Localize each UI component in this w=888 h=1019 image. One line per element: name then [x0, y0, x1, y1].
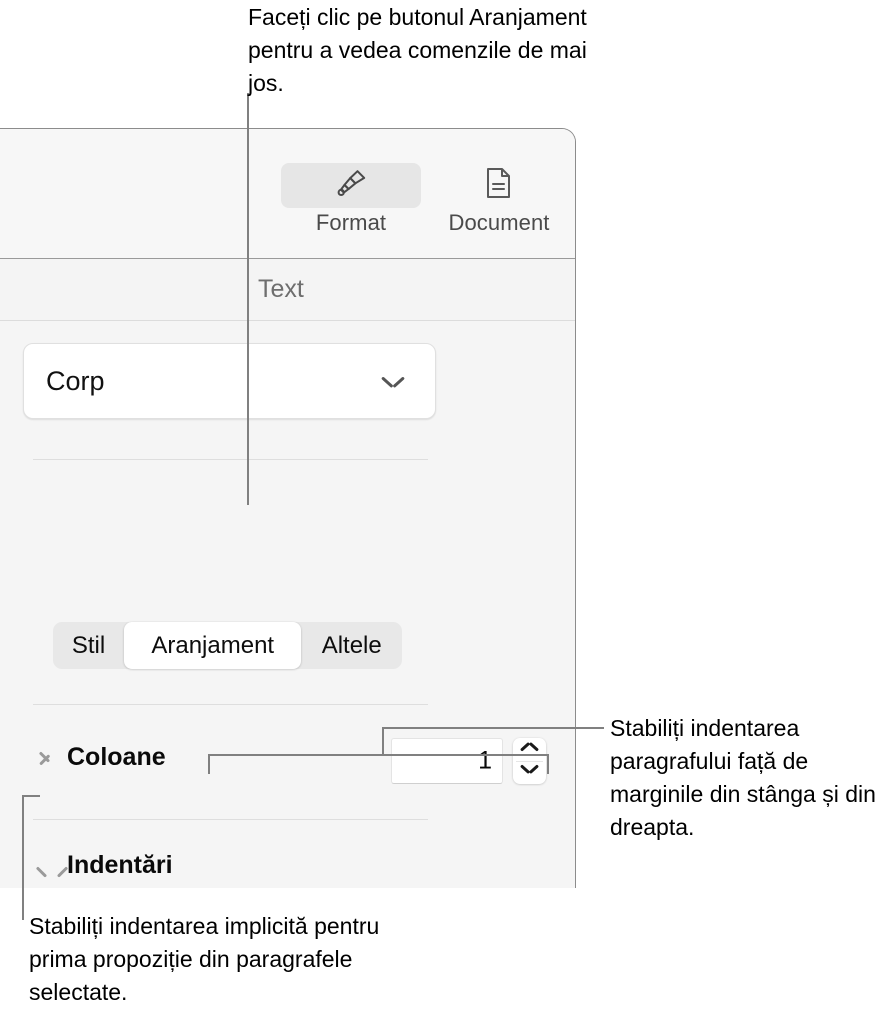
columns-title: Coloane: [67, 743, 166, 771]
format-inspector-panel: rează Format: [0, 128, 576, 888]
callout-text-right: Stabiliți indentarea paragrafului față d…: [610, 715, 876, 840]
divider-above-indents: [33, 819, 428, 820]
document-button-background: [429, 163, 569, 208]
format-button-label: Format: [315, 210, 387, 235]
chevron-down-icon: [382, 376, 404, 388]
disclosure-triangle-indents[interactable]: [36, 859, 68, 878]
segment-altele[interactable]: Altele: [301, 622, 402, 669]
indent-bracket-left-tick: [208, 754, 210, 774]
columns-count-stepper[interactable]: [513, 738, 546, 784]
disclosure-triangle-columns[interactable]: [38, 748, 56, 766]
text-header-label: Text: [258, 275, 304, 303]
paragraph-style-value: Corp: [46, 366, 105, 396]
leader-line-top: [247, 93, 249, 505]
document-button-label: Document: [448, 210, 550, 235]
leader-line-right: [382, 727, 604, 729]
stepper-down-icon[interactable]: [521, 764, 538, 773]
paragraph-style-select[interactable]: Corp: [23, 343, 436, 419]
segment-aranjament[interactable]: Aranjament: [124, 622, 302, 669]
indent-bracket-riser: [382, 727, 384, 755]
columns-count-field[interactable]: 1: [391, 738, 503, 784]
indent-bracket-top: [208, 754, 548, 756]
leader-line-bottom-stub: [22, 795, 40, 797]
inspector-section-header: Text: [0, 259, 575, 321]
segment-stil[interactable]: Stil: [53, 622, 124, 669]
toolbar-button-document[interactable]: Document: [429, 163, 569, 236]
paragraph-style-row: Corp: [0, 321, 575, 439]
indents-title: Indentări: [67, 851, 173, 879]
callout-text-bottom: Stabiliți indentarea implicită pentru pr…: [29, 913, 380, 1005]
format-button-background: [281, 163, 421, 208]
paintbrush-icon: [333, 165, 369, 206]
inspector-toolbar: rează Format: [0, 129, 575, 259]
toolbar-button-format[interactable]: Format: [281, 163, 421, 236]
leader-line-bottom: [22, 795, 24, 920]
indent-bracket-right-tick: [547, 754, 549, 774]
divider-above-columns: [33, 704, 428, 705]
indents-section-header: Indentări: [0, 841, 575, 888]
inspector-segmented-control[interactable]: Stil Aranjament Altele: [53, 622, 402, 669]
columns-section: Coloane 1: [0, 729, 575, 795]
callout-text-top: Faceți clic pe butonul Aranjament pentru…: [248, 4, 587, 96]
document-page-icon: [483, 165, 515, 206]
columns-count-value: 1: [478, 746, 492, 775]
divider-above-segmented: [33, 459, 428, 460]
screenshot-root: rează Format: [0, 0, 888, 1019]
